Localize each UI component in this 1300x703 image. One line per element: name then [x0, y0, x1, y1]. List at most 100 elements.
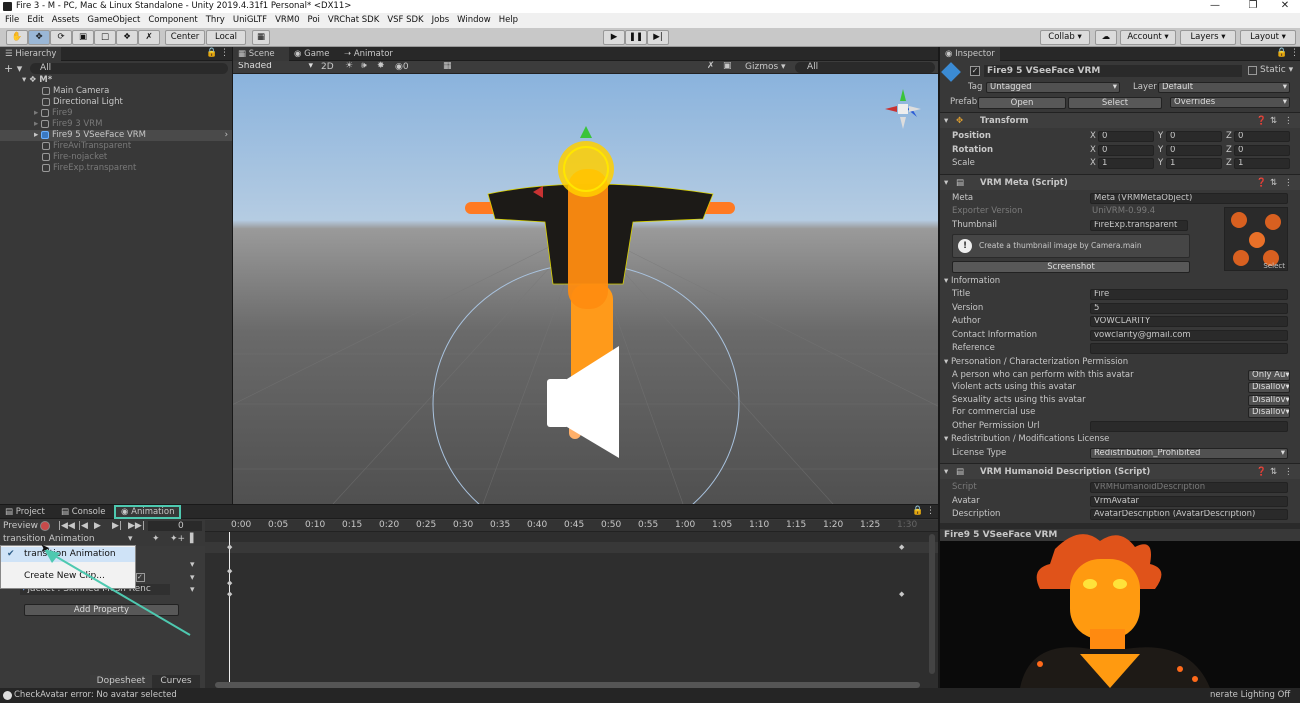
step-button[interactable]: ▶|	[647, 30, 669, 45]
keyframe-diamond-icon[interactable]: ◆	[899, 543, 904, 551]
hierarchy-item-fireexp-transparent[interactable]: FireExp.transparent	[0, 163, 232, 174]
transform-header[interactable]: ▾ ✥ Transform ❓ ⇅ ⋮	[940, 112, 1300, 128]
status-message[interactable]: CheckAvatar error: No avatar selected	[14, 688, 177, 703]
meta-field[interactable]: Meta (VRMMetaObject)	[1090, 193, 1288, 204]
tab-scene[interactable]: ▦ Scene	[233, 47, 289, 61]
hierarchy-item-fire9[interactable]: ▸ Fire9	[0, 108, 232, 119]
tab-hierarchy[interactable]: ☰ Hierarchy	[0, 47, 62, 61]
2d-toggle[interactable]: 2D	[321, 62, 334, 72]
close-icon[interactable]: ✕	[1268, 0, 1300, 13]
prefab-open-button[interactable]: Open	[978, 97, 1066, 109]
pivot-local-button[interactable]: Local	[206, 30, 246, 45]
scale-tool-icon[interactable]: ▣	[72, 30, 94, 45]
screenshot-button[interactable]: Screenshot	[952, 261, 1190, 273]
foldout-icon[interactable]: ▾	[944, 113, 948, 129]
foldout-icon[interactable]: ▾	[944, 464, 948, 480]
custom-tool-icon[interactable]: ✗	[138, 30, 160, 45]
commercial-dropdown[interactable]: Disallov▾	[1248, 407, 1290, 418]
reference-field[interactable]	[1090, 343, 1288, 354]
object-name-field[interactable]: Fire9 5 VSeeFace VRM	[984, 65, 1242, 77]
position-x-field[interactable]: 0	[1098, 131, 1154, 142]
dopesheet-tab[interactable]: Dopesheet	[90, 675, 152, 688]
shading-mode-dropdown[interactable]: Shaded ▾	[235, 62, 315, 73]
orientation-gizmo-icon[interactable]	[885, 89, 921, 129]
effects-icon[interactable]: ✸	[377, 61, 385, 71]
license-dropdown[interactable]: Redistribution_Prohibited ▾	[1090, 448, 1288, 459]
menu-thry[interactable]: Thry	[201, 13, 228, 28]
scene-root[interactable]: ▾ ❖ M*	[0, 75, 232, 86]
menu-edit[interactable]: Edit	[22, 13, 46, 28]
menu-vsf-sdk[interactable]: VSF SDK	[382, 13, 426, 28]
keyframe-diamond-icon[interactable]: ◆	[227, 543, 232, 551]
play-icon[interactable]: ▶	[94, 520, 101, 532]
lock-icon[interactable]: 🔒	[1276, 48, 1287, 58]
audio-icon[interactable]: 🕪	[361, 61, 367, 71]
layers-button[interactable]: Layers ▾	[1180, 30, 1236, 45]
lock-icon[interactable]: 🔒	[912, 506, 923, 516]
tag-dropdown[interactable]: Untagged ▾	[986, 82, 1120, 93]
keyframe-diamond-icon[interactable]: ◆	[899, 590, 904, 598]
hierarchy-item-directional-light[interactable]: Directional Light	[0, 97, 232, 108]
other-url-field[interactable]	[1090, 421, 1288, 432]
help-icon[interactable]: ❓	[1256, 175, 1267, 191]
preset-icon[interactable]: ⇅	[1270, 464, 1277, 480]
scale-y-field[interactable]: 1	[1166, 158, 1222, 169]
menu-jobs[interactable]: Jobs	[427, 13, 453, 28]
tab-console[interactable]: ▤ Console	[56, 505, 110, 519]
humanoid-header[interactable]: ▾ ▤ VRM Humanoid Description (Script) ❓ …	[940, 463, 1300, 479]
play-button[interactable]: ▶	[603, 30, 625, 45]
static-checkbox[interactable]	[1248, 66, 1257, 75]
grid-icon[interactable]: ▦	[443, 61, 452, 71]
curves-tab[interactable]: Curves	[152, 675, 200, 688]
kebab-menu-icon[interactable]: ⋮	[1284, 464, 1293, 480]
lighting-icon[interactable]: ☀	[345, 61, 353, 71]
position-y-field[interactable]: 0	[1166, 131, 1222, 142]
hidden-count[interactable]: ◉0	[395, 62, 409, 72]
next-keyframe-icon[interactable]: ▶|	[112, 520, 122, 532]
scene-viewport[interactable]	[233, 74, 938, 504]
kebab-menu-icon[interactable]: ⋮	[926, 506, 935, 516]
rotation-z-field[interactable]: 0	[1234, 145, 1290, 156]
information-foldout[interactable]: ▾ Information	[940, 275, 1300, 288]
cloud-icon[interactable]: ☁	[1095, 30, 1117, 45]
y-axis-handle[interactable]	[580, 126, 592, 138]
keyframe-diamond-icon[interactable]: ◆	[227, 590, 232, 598]
hand-tool-icon[interactable]: ✋	[6, 30, 28, 45]
menu-component[interactable]: Component	[143, 13, 200, 28]
violent-dropdown[interactable]: Disallov▾	[1248, 382, 1290, 393]
title-field[interactable]: Fire	[1090, 289, 1288, 300]
first-keyframe-icon[interactable]: |◀◀	[58, 520, 75, 532]
menu-poi[interactable]: Poi	[303, 13, 323, 28]
last-keyframe-icon[interactable]: ▶▶|	[128, 520, 145, 532]
pause-button[interactable]: ❚❚	[625, 30, 647, 45]
hierarchy-search-input[interactable]: All	[30, 63, 228, 74]
avatar-field[interactable]: VrmAvatar	[1090, 496, 1288, 507]
foldout-icon[interactable]: ▾	[944, 175, 948, 191]
tab-game[interactable]: ◉ Game	[289, 47, 334, 61]
layer-dropdown[interactable]: Default ▾	[1158, 82, 1290, 93]
perform-dropdown[interactable]: Only Au▾	[1248, 370, 1290, 381]
vertical-scrollbar[interactable]	[929, 534, 935, 674]
tab-animator[interactable]: ➝ Animator	[339, 47, 398, 61]
maximize-icon[interactable]: ❐	[1236, 0, 1270, 13]
keyframe-diamond-icon[interactable]: ◆	[227, 567, 232, 575]
chevron-right-icon[interactable]: ›	[225, 130, 228, 141]
preset-icon[interactable]: ⇅	[1270, 113, 1277, 129]
frame-field[interactable]: 0	[148, 521, 202, 531]
create-plus-icon[interactable]: + ▾	[4, 62, 22, 75]
record-button[interactable]	[40, 521, 50, 531]
author-field[interactable]: VOWCLARITY	[1090, 316, 1288, 327]
minimize-icon[interactable]: —	[1198, 0, 1232, 13]
active-checkbox[interactable]: ✓	[970, 66, 980, 76]
menu-file[interactable]: File	[0, 13, 22, 28]
tab-project[interactable]: ▤ Project	[0, 505, 50, 519]
static-dropdown[interactable]: Static ▾	[1260, 65, 1293, 75]
sexual-dropdown[interactable]: Disallov▾	[1248, 395, 1290, 406]
prefab-select-button[interactable]: Select	[1068, 97, 1162, 109]
camera-icon[interactable]: ▣	[723, 61, 732, 71]
menu-vrchat-sdk[interactable]: VRChat SDK	[323, 13, 382, 28]
help-icon[interactable]: ❓	[1256, 113, 1267, 129]
scene-search-input[interactable]: All	[795, 62, 935, 73]
permission-foldout[interactable]: ▾ Personation / Characterization Permiss…	[940, 356, 1300, 369]
redistribution-foldout[interactable]: ▾ Redistribution / Modifications License	[940, 433, 1300, 446]
